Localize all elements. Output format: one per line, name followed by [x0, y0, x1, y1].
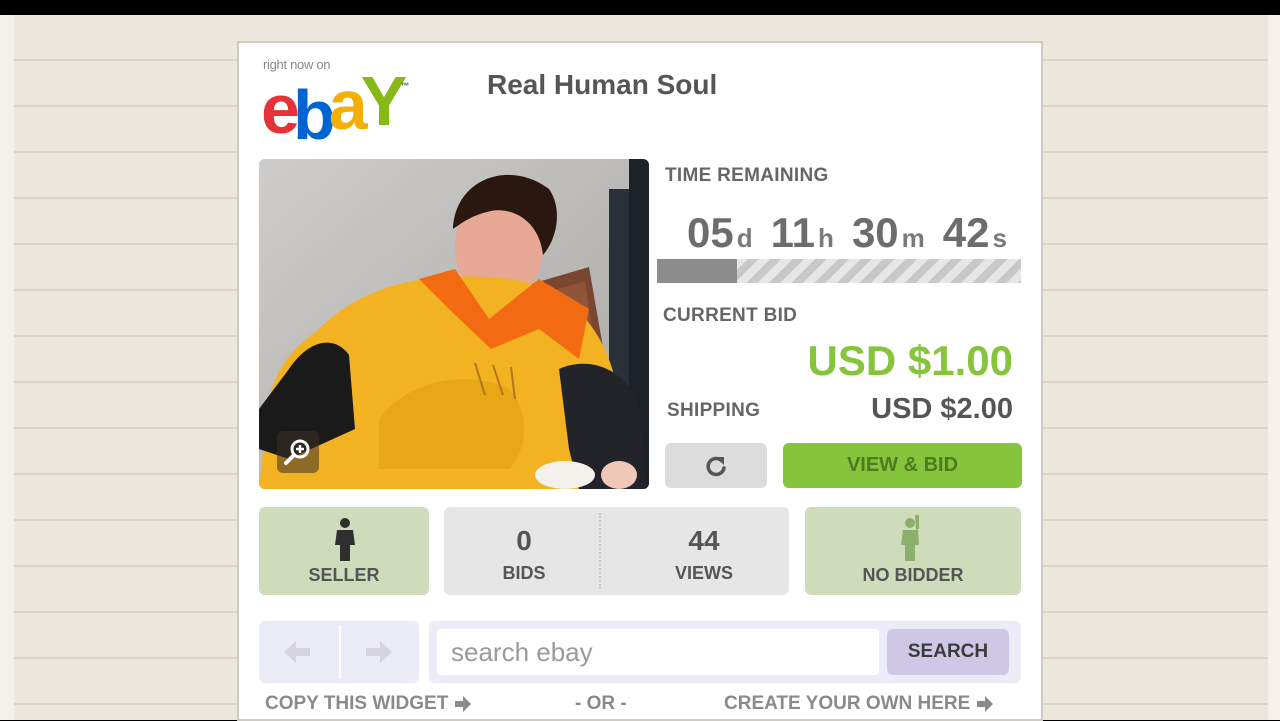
views-label: VIEWS [674, 563, 733, 583]
countdown-minutes: 30 [851, 209, 899, 256]
zoom-photo-button[interactable] [277, 431, 319, 473]
item-photo[interactable] [259, 159, 649, 489]
search-bar: SEARCH [429, 621, 1021, 683]
logo-letter-y: Y [360, 62, 408, 140]
create-your-own-label: CREATE YOUR OWN HERE [724, 693, 971, 714]
logo-trademark: ™ [400, 81, 410, 91]
countdown-seconds-suffix: s [992, 223, 1007, 253]
views-count: 44 [688, 525, 720, 556]
bids-views-box: 0 BIDS 44 VIEWS [444, 507, 789, 595]
current-bid-label: CURRENT BID [663, 305, 798, 326]
current-bid-value: USD $1.00 [807, 337, 1013, 384]
seller-label: SELLER [308, 565, 380, 585]
view-and-bid-button[interactable]: VIEW & BID [783, 443, 1022, 488]
copy-widget-link[interactable]: COPY THIS WIDGET [265, 693, 472, 715]
ebay-auction-widget: right now on ebaY™ Real Human Soul TIME … [237, 41, 1043, 721]
bids-label: BIDS [502, 563, 546, 583]
page-background: right now on ebaY™ Real Human Soul TIME … [0, 15, 1280, 721]
logo-letter-b: b [292, 76, 336, 154]
bidder-label: NO BIDDER [862, 565, 964, 585]
views-stat: 44 VIEWS [624, 507, 784, 595]
or-separator: - OR - [575, 693, 627, 714]
logo-letter-e: e [261, 70, 300, 148]
ebay-logo[interactable]: ebaY™ [261, 63, 409, 153]
shipping-label: SHIPPING [667, 400, 761, 421]
countdown-hours-suffix: h [818, 223, 834, 253]
countdown-days: 05 [687, 209, 734, 256]
refresh-button[interactable] [665, 443, 767, 488]
search-input[interactable] [437, 629, 879, 675]
waving-person-icon [901, 515, 919, 561]
bidder-box[interactable]: NO BIDDER [805, 507, 1021, 595]
copy-widget-label: COPY THIS WIDGET [265, 693, 449, 714]
bids-count: 0 [516, 525, 532, 556]
logo-letter-a: a [328, 66, 368, 144]
create-your-own-link[interactable]: CREATE YOUR OWN HERE [724, 693, 994, 715]
search-button[interactable]: SEARCH [887, 629, 1009, 675]
countdown: 05 d 11 h 30 m 42 s [671, 209, 1023, 257]
refresh-icon [706, 456, 726, 476]
arrow-left-icon [284, 641, 310, 663]
paper-edge-right [1268, 15, 1280, 720]
shipping-value: USD $2.00 [871, 393, 1013, 425]
pager [259, 621, 419, 683]
item-title[interactable]: Real Human Soul [487, 69, 717, 101]
next-button[interactable] [341, 621, 417, 683]
stat-divider [599, 513, 601, 589]
time-progress-fill [657, 259, 738, 283]
bids-stat: 0 BIDS [444, 507, 604, 595]
countdown-hours: 11 [770, 209, 816, 256]
countdown-days-suffix: d [736, 223, 753, 253]
paper-edge-left [0, 15, 14, 720]
previous-button[interactable] [259, 621, 335, 683]
countdown-minutes-suffix: m [901, 223, 925, 253]
countdown-seconds: 42 [942, 209, 990, 256]
time-remaining-label: TIME REMAINING [665, 165, 829, 186]
seller-box[interactable]: SELLER [259, 507, 429, 595]
arrow-right-icon [977, 696, 994, 712]
person-icon [335, 518, 355, 561]
arrow-right-icon [455, 696, 472, 712]
arrow-right-icon [366, 641, 392, 663]
zoom-icon [284, 439, 310, 465]
time-progress-bar [657, 259, 1021, 283]
